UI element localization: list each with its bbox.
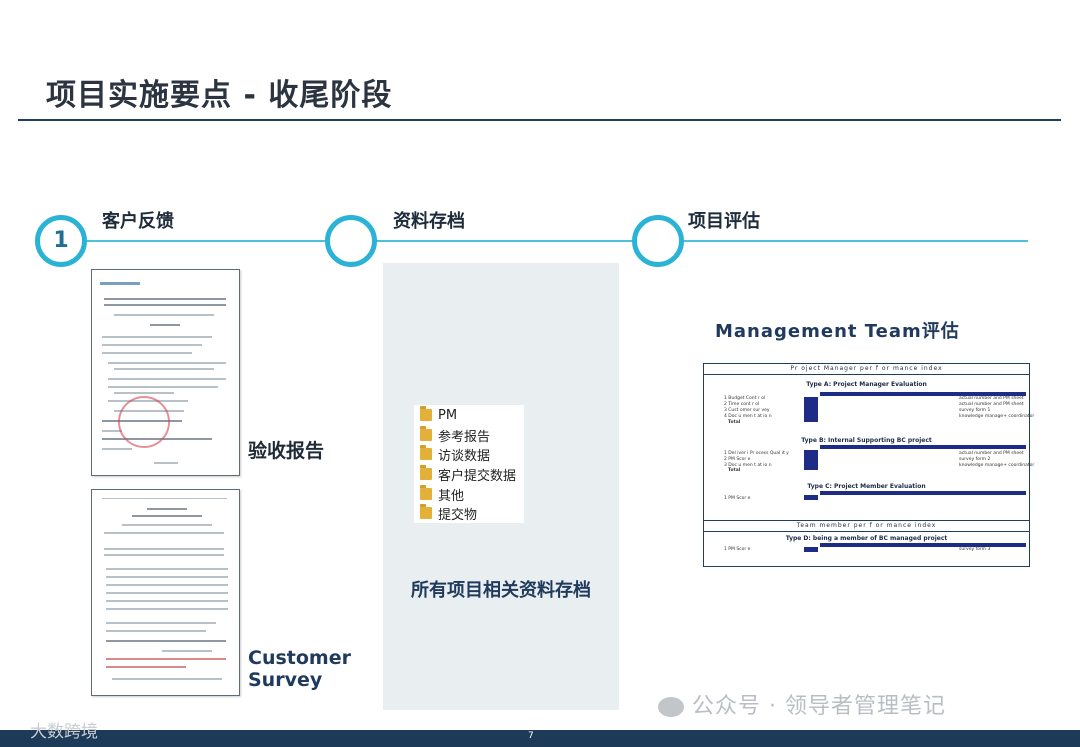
folder-item-label: 客户提交数据 (438, 468, 517, 484)
type-b-row: 2 PM Scor e (724, 457, 751, 462)
type-a-measured: actual number and PM sheet (959, 402, 1024, 407)
type-b-measured: knowledge manage+ coordinator (959, 463, 1035, 468)
timeline-line (60, 240, 1028, 242)
sheet-type-c-title: Type C: Project Member Evaluation (807, 483, 926, 490)
folder-item-label: 其他 (438, 488, 465, 504)
folder-icon (420, 406, 432, 421)
folder-item-other[interactable]: 其他 (420, 484, 464, 504)
folder-item-label: 访谈数据 (438, 448, 491, 464)
sheet-type-b-title: Type B: Internal Supporting BC project (801, 437, 932, 444)
page-title: 项目实施要点 - 收尾阶段 (46, 78, 393, 113)
step-1-circle: 1 (35, 215, 87, 267)
folder-icon (420, 465, 432, 480)
acceptance-report-thumbnail (91, 269, 240, 476)
step-3-circle (632, 215, 684, 267)
type-d-weight-column (804, 547, 818, 552)
type-a-measured: knowledge manage+ coordinator (959, 414, 1035, 419)
evaluation-sheet: Pr oject Manager per f or mance index Ty… (703, 363, 1034, 567)
sheet-type-a-title: Type A: Project Manager Evaluation (806, 381, 927, 388)
customer-survey-caption: Customer Survey (248, 647, 351, 691)
folder-icon (420, 485, 432, 500)
folder-item-reference-reports[interactable]: 参考报告 (420, 425, 490, 445)
footer-bar (0, 730, 1080, 747)
folder-icon (420, 426, 432, 441)
folder-list: PM 参考报告 访谈数据 客户提交数据 其他 提交物 (414, 405, 524, 523)
folder-item-deliverables[interactable]: 提交物 (420, 503, 477, 523)
page-number: 7 (528, 731, 534, 741)
type-d-header-bar (820, 543, 1026, 547)
sheet-header-team-index: Team member per f or mance index (704, 520, 1029, 532)
type-a-weight-column (804, 397, 818, 422)
sheet-header-pm-index: Pr oject Manager per f or mance index (704, 364, 1029, 375)
customer-survey-caption-line2: Survey (248, 669, 323, 691)
step-2-circle (325, 215, 377, 267)
folder-item-label: PM (438, 407, 458, 423)
type-a-row: 3 Cust omer sur vey (724, 408, 770, 413)
type-a-row: 1 Budget Cont r ol (724, 396, 766, 401)
step-3-label: 项目评估 (688, 211, 760, 232)
wechat-icon (658, 697, 684, 717)
folder-item-label: 参考报告 (438, 429, 491, 445)
type-b-measured: survey form 2 (959, 457, 991, 462)
type-d-row: 1 PM Scor e (724, 547, 751, 552)
step-2-label: 资料存档 (393, 211, 465, 232)
watermark-brand: 大数跨境 (30, 722, 98, 742)
type-b-total: Total (728, 468, 741, 473)
watermark-wechat-text: 公众号 · 领导者管理笔记 (692, 694, 946, 719)
type-a-measured: actual number and PM sheet (959, 396, 1024, 401)
watermark-wechat: 公众号 · 领导者管理笔记 (658, 688, 946, 720)
type-a-total: Total (728, 420, 741, 425)
step-1-number: 1 (53, 228, 69, 253)
evaluation-title: Management Team评估 (715, 321, 960, 342)
type-b-header-bar (820, 445, 1026, 449)
folder-icon (420, 445, 432, 460)
type-b-measured: actual number and PM sheet (959, 451, 1024, 456)
type-d-measured: survey form 3 (959, 547, 991, 552)
folder-item-client-data[interactable]: 客户提交数据 (420, 464, 516, 484)
customer-survey-thumbnail (91, 489, 240, 696)
folder-item-label: 提交物 (438, 507, 478, 523)
type-a-row: 4 Doc u men t at io n (724, 414, 772, 419)
type-c-weight-column (804, 495, 818, 500)
type-a-row: 2 Time cont r ol (724, 402, 760, 407)
acceptance-report-caption: 验收报告 (248, 440, 325, 462)
folder-item-pm[interactable]: PM (420, 405, 457, 425)
type-b-row: 1 Del iver i Pr ocess Qual it y (724, 451, 789, 456)
type-c-row: 1 PM Scor e (724, 496, 751, 501)
title-divider (18, 119, 1061, 121)
archive-caption: 所有项目相关资料存档 (411, 580, 591, 601)
type-a-measured: survey form 1 (959, 408, 991, 413)
folder-icon (420, 504, 432, 519)
step-1-label: 客户反馈 (102, 211, 174, 232)
type-b-weight-column (804, 450, 818, 470)
customer-survey-caption-line1: Customer (248, 647, 351, 669)
type-c-header-bar (820, 491, 1026, 495)
sheet-type-d-title: Type D: being a member of BC managed pro… (785, 535, 948, 542)
folder-item-interview-data[interactable]: 访谈数据 (420, 444, 490, 464)
